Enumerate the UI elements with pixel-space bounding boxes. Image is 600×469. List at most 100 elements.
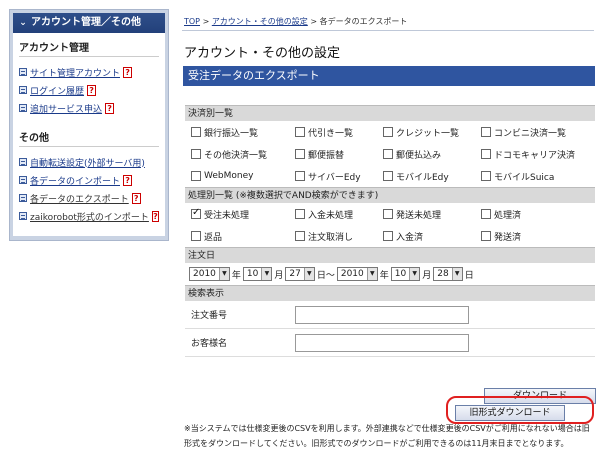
list-icon [19, 158, 27, 166]
payment-option[interactable]: ドコモキャリア決済 [475, 143, 595, 165]
checkbox[interactable] [191, 149, 201, 159]
checkbox[interactable] [383, 127, 393, 137]
checkbox-label: 発送済 [494, 232, 522, 243]
help-icon[interactable]: ? [105, 102, 115, 114]
checkbox-label: モバイルEdy [396, 172, 449, 183]
page-title: アカウント・その他の設定 [184, 46, 341, 61]
checkbox-label: サイバーEdy [308, 172, 361, 183]
from-day-select[interactable]: 27 ▼ [285, 267, 315, 281]
sidebar-item-site-admin-account[interactable]: サイト管理アカウント ? [19, 63, 159, 81]
checkbox[interactable] [481, 209, 491, 219]
payment-option[interactable]: その他決済一覧 [185, 143, 289, 165]
sidebar-body: アカウント管理 サイト管理アカウント ? ログイン履歴 ? 追加サービス申込 ?… [13, 33, 165, 236]
checkbox-label: WebMoney [204, 171, 254, 181]
checkbox[interactable] [191, 127, 201, 137]
help-icon[interactable]: ? [123, 174, 133, 186]
from-year-select[interactable]: 2010 ▼ [189, 267, 230, 281]
checkbox[interactable] [481, 149, 491, 159]
help-icon[interactable]: ? [123, 66, 133, 78]
payment-option[interactable]: 銀行振込一覧 [185, 121, 289, 143]
sidebar-item-login-history[interactable]: ログイン履歴 ? [19, 81, 159, 99]
checkbox[interactable] [383, 149, 393, 159]
process-option[interactable]: 受注未処理 [185, 203, 289, 225]
sidebar-item-data-export[interactable]: 各データのエクスポート ? [19, 189, 159, 207]
process-option[interactable]: 返品 [185, 225, 289, 247]
payment-option[interactable]: コンビニ決済一覧 [475, 121, 595, 143]
to-month-select[interactable]: 10 ▼ [390, 267, 421, 281]
process-option[interactable]: 処理済 [475, 203, 595, 225]
checkbox-label: 受注未処理 [204, 210, 250, 221]
old-format-download-button[interactable]: 旧形式ダウンロード [455, 405, 565, 421]
breadcrumb-separator: > [310, 17, 318, 26]
checkbox-label: 返品 [204, 232, 223, 243]
checkbox-label: 注文取消し [308, 232, 354, 243]
checkbox[interactable] [481, 231, 491, 241]
process-option[interactable]: 発送済 [475, 225, 595, 247]
to-year-select[interactable]: 2010 ▼ [336, 267, 378, 281]
notice-text: ※当システムでは仕様変更後のCSVを利用します。外部連携などで仕様変更後のCSV… [184, 424, 590, 448]
checkbox[interactable] [383, 209, 393, 219]
checkbox-label: 銀行振込一覧 [204, 128, 259, 139]
customer-name-input[interactable] [295, 333, 469, 352]
checkbox[interactable] [295, 209, 305, 219]
payment-option[interactable]: 代引き一覧 [289, 121, 377, 143]
checkbox-checked[interactable] [191, 207, 201, 219]
sidebar-item-data-import[interactable]: 各データのインポート ? [19, 171, 159, 189]
to-day-select[interactable]: 28 ▼ [433, 267, 463, 281]
payment-option[interactable]: WebMoney [185, 165, 289, 187]
payment-heading: 決済別一覧 [185, 105, 595, 121]
sidebar-item-additional-service[interactable]: 追加サービス申込 ? [19, 99, 159, 117]
checkbox[interactable] [191, 171, 201, 181]
order-number-input[interactable] [295, 305, 469, 324]
order-number-label: 注文番号 [191, 311, 228, 321]
checkbox-label: ドコモキャリア決済 [494, 150, 576, 161]
sidebar-item-auto-transfer[interactable]: 自動転送設定(外部サーバ用) [19, 153, 159, 171]
checkbox[interactable] [191, 231, 201, 241]
double-chevron-down-icon: ⌄ [19, 18, 27, 28]
sidebar-link-current[interactable]: 各データのエクスポート [30, 192, 129, 205]
process-option[interactable]: 入金済 [377, 225, 475, 247]
sidebar-link[interactable]: 自動転送設定(外部サーバ用) [30, 156, 145, 169]
from-month-select[interactable]: 10 ▼ [242, 267, 273, 281]
sidebar-header-title: アカウント管理／その他 [31, 17, 141, 28]
payment-option[interactable]: モバイルEdy [377, 165, 475, 187]
checkbox-label: 郵便振替 [308, 150, 345, 161]
checkbox[interactable] [295, 171, 305, 181]
checkbox[interactable] [383, 171, 393, 181]
export-form: 決済別一覧 銀行振込一覧 代引き一覧 クレジット一覧 コンビニ決済一覧 その他決… [185, 105, 595, 357]
help-icon[interactable]: ? [87, 84, 97, 96]
checkbox[interactable] [481, 127, 491, 137]
process-option[interactable]: 発送未処理 [377, 203, 475, 225]
sidebar-link[interactable]: サイト管理アカウント [30, 66, 120, 79]
process-option[interactable]: 注文取消し [289, 225, 377, 247]
order-date-range: 2010 ▼ 年 10 ▼ 月 27 ▼ 日〜 2010 ▼ 年 10 ▼ 月 28 ▼ 日 [185, 263, 595, 285]
payment-option[interactable]: クレジット一覧 [377, 121, 475, 143]
checkbox[interactable] [295, 231, 305, 241]
section-title: 受注データのエクスポート [183, 66, 595, 86]
process-option[interactable]: 入金未処理 [289, 203, 377, 225]
sidebar-link[interactable]: zaikorobot形式のインポート [30, 210, 149, 223]
sidebar-link[interactable]: 追加サービス申込 [30, 102, 102, 115]
checkbox[interactable] [383, 231, 393, 241]
checkbox-label: コンビニ決済一覧 [494, 128, 567, 139]
breadcrumb-parent[interactable]: アカウント・その他の設定 [212, 17, 308, 26]
help-icon[interactable]: ? [151, 210, 159, 222]
list-icon [19, 176, 27, 184]
checkbox[interactable] [295, 149, 305, 159]
breadcrumb-top[interactable]: TOP [184, 17, 200, 26]
checkbox[interactable] [295, 127, 305, 137]
sidebar-link[interactable]: 各データのインポート [30, 174, 120, 187]
payment-option[interactable]: 郵便振替 [289, 143, 377, 165]
payment-option[interactable]: モバイルSuica [475, 165, 595, 187]
search-heading: 検索表示 [185, 285, 595, 301]
payment-option[interactable]: サイバーEdy [289, 165, 377, 187]
list-icon [19, 212, 27, 220]
dropdown-arrow-icon: ▼ [409, 268, 420, 280]
payment-option[interactable]: 郵便払込み [377, 143, 475, 165]
sidebar-item-zaikorobot-import[interactable]: zaikorobot形式のインポート ? [19, 207, 159, 225]
sidebar-header: ⌄ アカウント管理／その他 [13, 13, 165, 33]
checkbox[interactable] [481, 171, 491, 181]
help-icon[interactable]: ? [131, 192, 141, 204]
sidebar-link[interactable]: ログイン履歴 [30, 84, 84, 97]
process-heading: 処理別一覧 (※複数選択でAND検索ができます) [185, 187, 595, 203]
